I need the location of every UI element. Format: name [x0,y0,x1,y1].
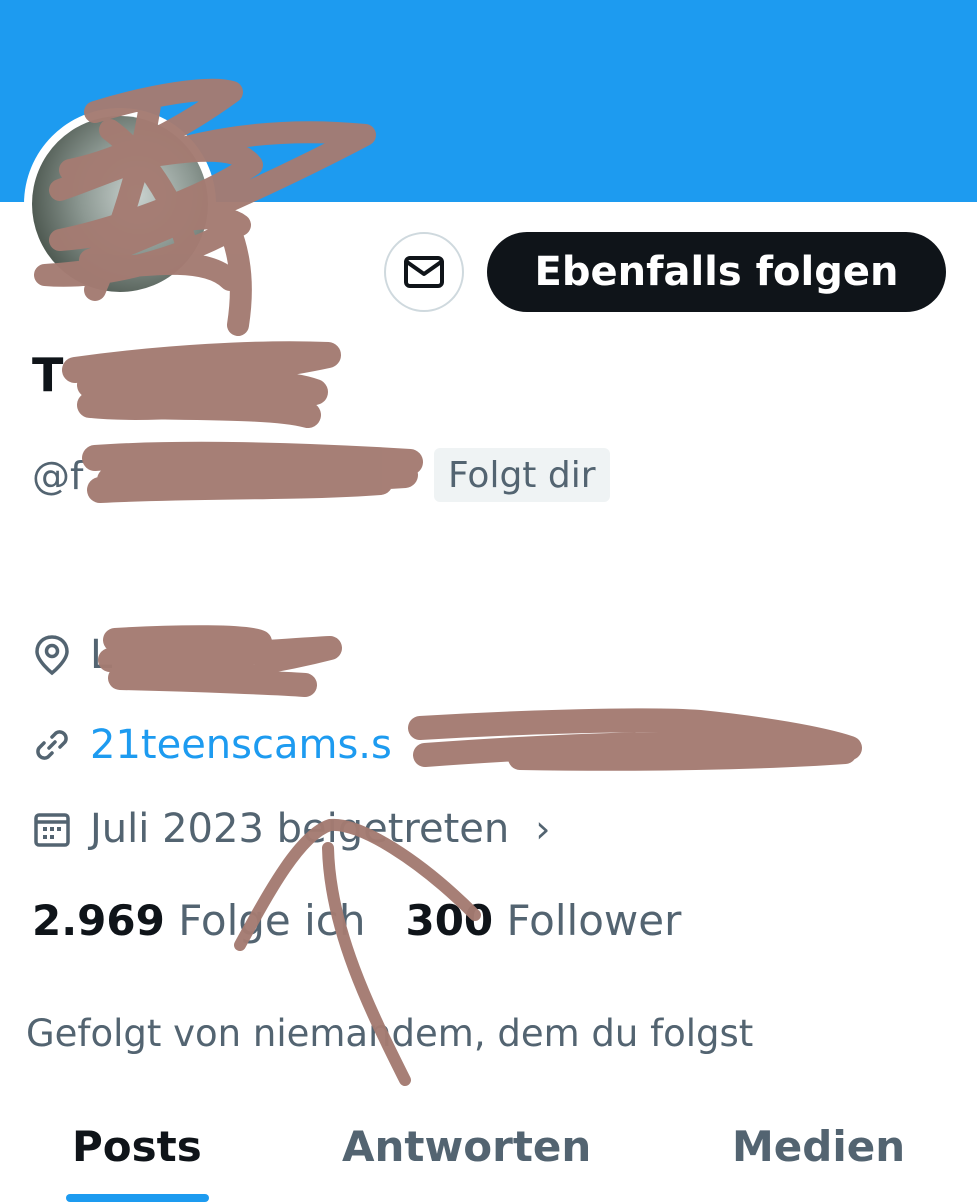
tab-posts[interactable]: Posts [72,1122,202,1171]
display-name: T [32,348,64,402]
chevron-right-icon[interactable]: › [535,807,550,851]
calendar-icon [34,813,70,847]
url-redaction-mark [408,708,862,771]
tab-media[interactable]: Medien [732,1122,905,1171]
website-row: 21teenscams.s [32,722,392,768]
joined-row: Juli 2023 beigetreten › [32,806,550,852]
message-button[interactable] [384,232,464,312]
follow-back-label: Ebenfalls folgen [534,249,899,295]
follows-you-label: Folgt dir [448,454,596,496]
link-icon [36,730,68,760]
follow-stats: 2.969 Folge ich 300 Follower [32,896,681,945]
following-stat[interactable]: 2.969 Folge ich [32,896,365,945]
active-tab-indicator [66,1194,209,1202]
profile-handle: @f [32,454,84,498]
followers-label: Follower [506,896,682,945]
location-row: L [32,632,112,678]
follows-you-badge: Folgt dir [434,448,610,502]
envelope-icon [404,256,444,288]
following-count: 2.969 [32,896,165,945]
name-redaction-mark [62,341,341,428]
follow-back-button[interactable]: Ebenfalls folgen [487,232,946,312]
followers-stat[interactable]: 300 Follower [405,896,681,945]
followers-count: 300 [405,896,494,945]
following-label: Folge ich [178,896,366,945]
handle-redaction-mark [82,441,423,503]
tab-replies[interactable]: Antworten [342,1122,591,1171]
website-link[interactable]: 21teenscams.s [90,722,392,768]
profile-avatar[interactable] [24,108,216,300]
avatar-image [32,116,208,292]
location-pin-icon [35,635,69,676]
location-redaction-mark [98,625,342,697]
followed-by-text: Gefolgt von niemandem, dem du folgst [26,1012,754,1055]
joined-text: Juli 2023 beigetreten [90,806,510,852]
location-text: L [90,632,113,678]
